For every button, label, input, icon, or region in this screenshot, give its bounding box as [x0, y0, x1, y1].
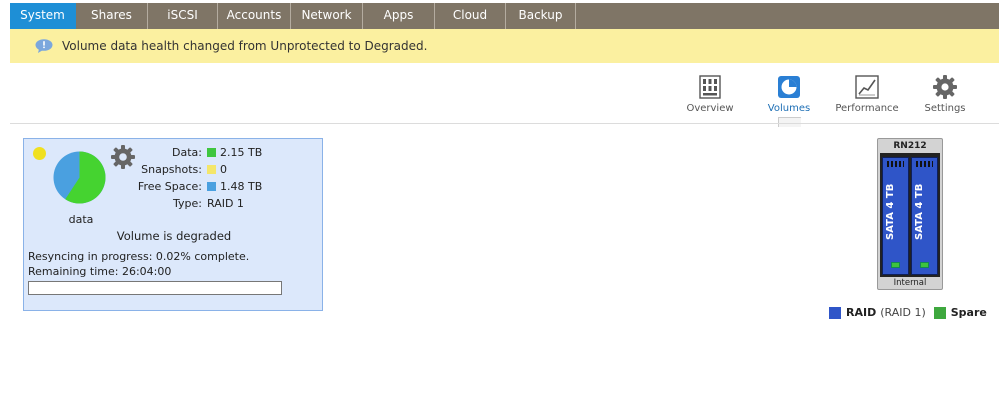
alert-banner: Volume data health changed from Unprotec… — [10, 29, 999, 63]
free-space-label: Free Space: — [137, 180, 202, 193]
volume-name: data — [68, 213, 94, 226]
spare-legend-swatch — [933, 306, 946, 319]
speech-bubble-icon — [35, 39, 53, 53]
alert-message: Volume data health changed from Unprotec… — [62, 39, 428, 53]
type-label: Type: — [173, 197, 202, 210]
resync-progress-bar — [28, 281, 282, 295]
type-value: RAID 1 — [207, 197, 244, 210]
device-model: RN212 — [893, 141, 927, 151]
drive-vent — [916, 161, 933, 167]
tab-volumes-label: Volumes — [767, 103, 811, 114]
volume-card[interactable]: data Data: 2.15 TB Snapshots: 0 Free Space… — [23, 138, 323, 311]
line-graph-icon — [855, 75, 879, 99]
drive-2-status-led — [920, 262, 929, 268]
tab-system[interactable]: System — [10, 3, 76, 29]
main-nav: System Shares iSCSI Accounts Network App… — [10, 3, 999, 29]
tab-accounts[interactable]: Accounts — [218, 3, 291, 29]
volume-stats: Data: 2.15 TB Snapshots: 0 Free Space: 1.48… — [132, 144, 262, 212]
remaining-time-text: Remaining time: 26:04:00 — [28, 265, 172, 278]
snapshots-label: Snapshots: — [141, 163, 202, 176]
tab-performance-label: Performance — [835, 103, 899, 114]
tab-shares[interactable]: Shares — [76, 3, 148, 29]
snapshots-swatch — [207, 165, 216, 174]
drive-2-label: SATA 4 TB — [914, 183, 925, 241]
tab-performance[interactable]: Performance — [822, 74, 912, 114]
drive-bay-2[interactable]: SATA 4 TB — [911, 157, 938, 275]
device-caption: Internal — [893, 278, 927, 288]
tab-network[interactable]: Network — [291, 3, 363, 29]
tab-overview[interactable]: Overview — [665, 74, 755, 114]
spare-legend-label: Spare — [950, 306, 987, 319]
raid-legend-detail: (RAID 1) — [880, 306, 926, 319]
tab-volumes[interactable]: Volumes — [744, 74, 834, 127]
drive-vent — [887, 161, 904, 167]
tab-backup[interactable]: Backup — [506, 3, 576, 29]
resync-info: Resyncing in progress: 0.02% complete. R… — [28, 249, 249, 279]
data-label: Data: — [172, 146, 202, 159]
volume-pie-icon — [778, 76, 800, 98]
snapshots-value: 0 — [220, 163, 227, 176]
drive-bay-1[interactable]: SATA 4 TB — [882, 157, 909, 275]
tab-overview-label: Overview — [686, 103, 734, 114]
nas-device: RN212 SATA 4 TB SATA 4 TB Internal — [877, 138, 943, 290]
tab-settings-label: Settings — [924, 103, 966, 114]
page: System Shares iSCSI Accounts Network App… — [0, 0, 999, 418]
raid-legend-swatch — [829, 306, 841, 319]
free-space-value: 1.48 TB — [220, 180, 263, 193]
resync-progress-text: Resyncing in progress: 0.02% complete. — [28, 250, 250, 263]
volume-status-indicator — [33, 147, 46, 160]
tab-cloud[interactable]: Cloud — [435, 3, 506, 29]
subtab-divider — [10, 123, 999, 124]
gear-icon — [933, 75, 957, 99]
grid-icon — [699, 75, 721, 99]
data-value: 2.15 TB — [220, 146, 263, 159]
volume-usage-pie — [53, 151, 106, 204]
data-swatch — [207, 148, 216, 157]
tab-apps[interactable]: Apps — [363, 3, 435, 29]
drive-1-status-led — [891, 262, 900, 268]
tab-settings[interactable]: Settings — [900, 74, 990, 114]
tab-iscsi[interactable]: iSCSI — [148, 3, 218, 29]
volume-health-status: Volume is degraded — [116, 229, 232, 243]
drive-1-label: SATA 4 TB — [885, 183, 896, 241]
free-space-swatch — [207, 182, 216, 191]
raid-legend-label: RAID — [846, 306, 877, 319]
drive-legend: RAID (RAID 1) Spare — [829, 306, 987, 319]
